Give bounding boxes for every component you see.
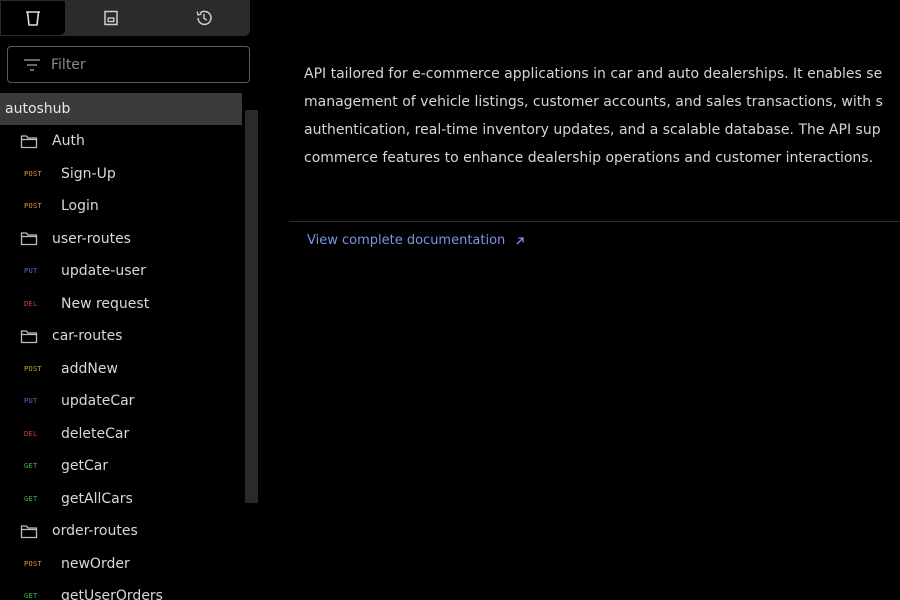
request-item[interactable]: POST addNew	[0, 353, 245, 386]
collections-icon	[23, 8, 43, 28]
divider	[289, 221, 900, 222]
request-label: New request	[61, 295, 150, 312]
request-label: Login	[61, 198, 99, 215]
folder-icon	[20, 231, 38, 246]
sidebar: autoshub Auth POST Sign-Up POST Login user-ro…	[0, 0, 258, 600]
folder-icon	[20, 134, 38, 149]
request-item[interactable]: PUT updateCar	[0, 385, 245, 418]
collection-tree: autoshub Auth POST Sign-Up POST Login user-ro…	[0, 93, 245, 600]
folder-label: user-routes	[52, 230, 131, 247]
request-label: deleteCar	[61, 425, 130, 442]
method-badge: PUT	[24, 267, 38, 276]
description-line: commerce features to enhance dealership …	[304, 150, 874, 166]
filter-icon	[23, 58, 41, 72]
method-badge: DEL	[24, 299, 38, 308]
method-badge: POST	[24, 169, 43, 178]
request-item[interactable]: POST Sign-Up	[0, 158, 245, 191]
app-window: autoshub Auth POST Sign-Up POST Login user-ro…	[0, 0, 900, 600]
view-documentation-link[interactable]: View complete documentation	[307, 233, 525, 248]
collection-header[interactable]: autoshub	[0, 93, 242, 125]
folder-label: Auth	[52, 133, 85, 150]
main-panel: API tailored for e-commerce applications…	[258, 0, 900, 600]
request-item[interactable]: GET getCar	[0, 450, 245, 483]
filter-input[interactable]	[51, 56, 231, 73]
description-line: management of vehicle listings, customer…	[304, 94, 883, 110]
history-icon	[194, 8, 214, 28]
request-item[interactable]: GET getAllCars	[0, 483, 245, 516]
method-badge: POST	[24, 202, 43, 211]
folder-icon	[20, 524, 38, 539]
filter-box	[7, 46, 250, 83]
folder-label: order-routes	[52, 523, 138, 540]
collection-name: autoshub	[5, 101, 71, 117]
request-label: getCar	[61, 458, 109, 475]
tab-environments[interactable]	[80, 0, 142, 36]
request-item[interactable]: GET getUserOrders	[0, 580, 245, 600]
method-badge: DEL	[24, 429, 38, 438]
method-badge: PUT	[24, 397, 38, 406]
description-line: API tailored for e-commerce applications…	[304, 66, 883, 82]
folder-icon	[20, 329, 38, 344]
request-item[interactable]: PUT update-user	[0, 255, 245, 288]
folder-label: car-routes	[52, 328, 123, 345]
request-label: getUserOrders	[61, 588, 163, 600]
method-badge: GET	[24, 462, 38, 471]
doc-link-label: View complete documentation	[307, 233, 506, 248]
request-item[interactable]: DEL New request	[0, 288, 245, 321]
request-label: getAllCars	[61, 490, 133, 507]
sidebar-tabbar	[0, 0, 250, 36]
request-label: newOrder	[61, 555, 130, 572]
request-label: updateCar	[61, 393, 135, 410]
method-badge: POST	[24, 364, 43, 373]
request-item[interactable]: POST Login	[0, 190, 245, 223]
method-badge: GET	[24, 592, 38, 600]
tab-history[interactable]	[172, 0, 236, 36]
folder-item[interactable]: car-routes	[0, 320, 245, 353]
tab-collections[interactable]	[0, 0, 66, 36]
request-label: addNew	[61, 360, 118, 377]
description-line: authentication, real-time inventory upda…	[304, 122, 881, 138]
method-badge: POST	[24, 559, 43, 568]
method-badge: GET	[24, 494, 38, 503]
request-label: Sign-Up	[61, 165, 116, 182]
environment-icon	[102, 9, 120, 27]
request-item[interactable]: POST newOrder	[0, 548, 245, 581]
request-label: update-user	[61, 263, 146, 280]
folder-item[interactable]: order-routes	[0, 515, 245, 548]
sidebar-scrollbar[interactable]	[245, 110, 258, 503]
request-item[interactable]: DEL deleteCar	[0, 418, 245, 451]
collection-description: API tailored for e-commerce applications…	[304, 60, 900, 172]
folder-item[interactable]: Auth	[0, 125, 245, 158]
folder-item[interactable]: user-routes	[0, 223, 245, 256]
external-link-icon	[515, 236, 525, 246]
